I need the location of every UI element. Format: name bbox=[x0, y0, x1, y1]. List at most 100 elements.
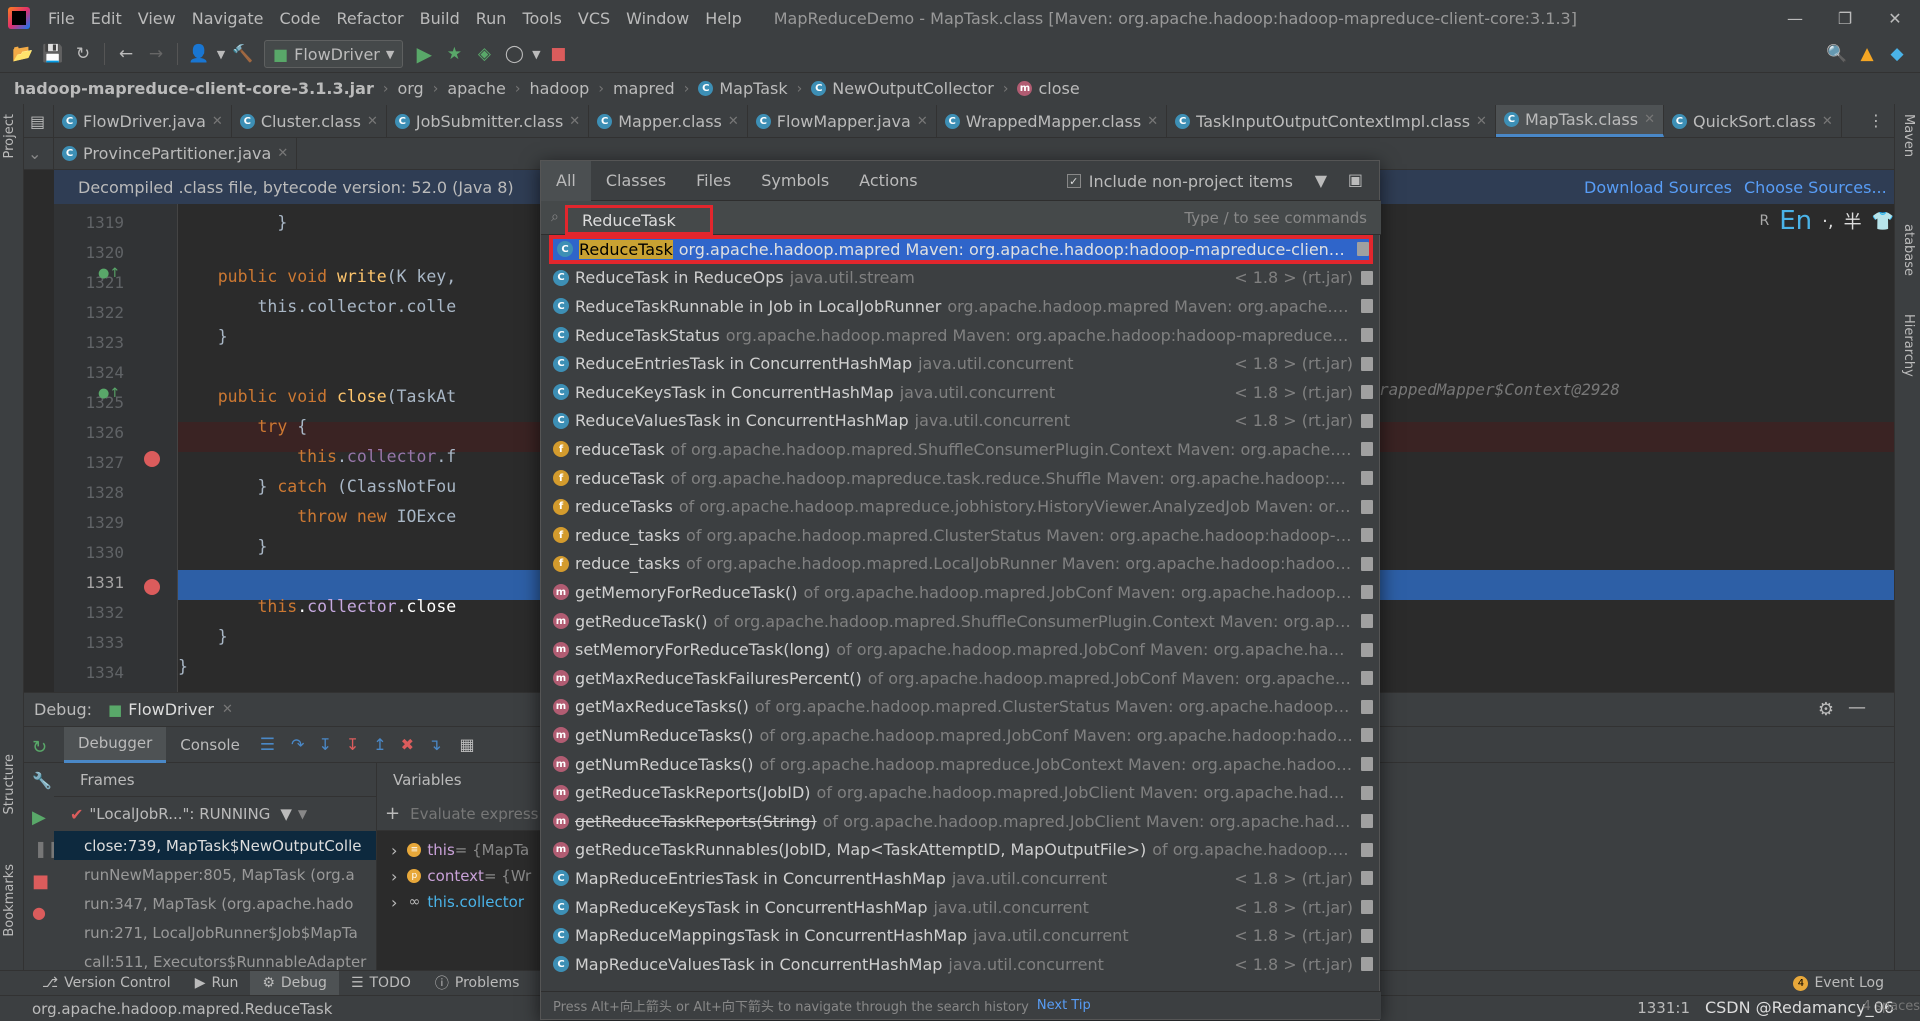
chevron-down-icon[interactable]: ▼ bbox=[214, 40, 228, 68]
variable-row[interactable]: › ∞ this.collector bbox=[391, 889, 524, 915]
more-tabs-icon[interactable]: ⋮ bbox=[1868, 111, 1884, 130]
menu-navigate[interactable]: Navigate bbox=[184, 9, 272, 28]
debug-bug-icon[interactable]: ★ bbox=[439, 40, 469, 68]
stack-frame[interactable]: run:271, LocalJobRunner$Job$MapTa bbox=[54, 918, 376, 947]
search-result-item[interactable]: m setMemoryForReduceTask(long) of org.apac… bbox=[549, 635, 1373, 664]
ime-english-label[interactable]: En bbox=[1779, 206, 1812, 236]
breadcrumb-mapred[interactable]: mapred bbox=[613, 79, 675, 98]
tab-taskinputoutputcontextimpl-class[interactable]: C TaskInputOutputContextImpl.class ✕ bbox=[1167, 105, 1496, 137]
menu-code[interactable]: Code bbox=[272, 9, 329, 28]
project-tool-tab[interactable]: Project bbox=[2, 114, 17, 158]
close-icon[interactable]: ✕ bbox=[917, 114, 928, 129]
toolwindow-debug[interactable]: ⚙ Debug bbox=[250, 970, 339, 996]
ime-skin-icon[interactable]: 👕 bbox=[1872, 211, 1894, 232]
expand-arrow-icon[interactable]: › bbox=[391, 867, 397, 886]
back-icon[interactable]: ← bbox=[111, 40, 141, 68]
search-result-item[interactable]: C ReduceValuesTask in ConcurrentHashMap ja… bbox=[549, 407, 1373, 436]
close-icon[interactable]: ✕ bbox=[222, 702, 233, 717]
menu-view[interactable]: View bbox=[130, 9, 184, 28]
breakpoint-icon[interactable] bbox=[144, 579, 160, 595]
search-result-item[interactable]: C MapReduceValuesTask in ConcurrentHashMa… bbox=[549, 950, 1373, 979]
chevron-down-icon[interactable]: ▼ bbox=[529, 40, 543, 68]
build-hammer-icon[interactable]: 🔨 bbox=[228, 40, 258, 68]
run-to-cursor-icon[interactable]: ↴ bbox=[428, 735, 441, 754]
tab-wrappedmapper-class[interactable]: C WrappedMapper.class ✕ bbox=[937, 105, 1168, 137]
update-icon[interactable]: ▲ bbox=[1852, 40, 1882, 68]
minimize-panel-icon[interactable]: — bbox=[1848, 697, 1866, 718]
hierarchy-tool-tab[interactable]: Hierarchy bbox=[1901, 314, 1916, 377]
menu-window[interactable]: Window bbox=[618, 9, 697, 28]
tab-provincepartitioner-java[interactable]: C ProvincePartitioner.java ✕ bbox=[54, 137, 298, 169]
override-icon[interactable]: ●↑ bbox=[98, 266, 120, 281]
search-result-item[interactable]: m getMemoryForReduceTask() of org.apache.h… bbox=[549, 578, 1373, 607]
tab-cluster-class[interactable]: C Cluster.class ✕ bbox=[232, 105, 387, 137]
search-result-item[interactable]: f reduceTask of org.apache.hadoop.mapred.S… bbox=[549, 435, 1373, 464]
search-result-item[interactable]: m getReduceTaskReports(String) of org.apac… bbox=[549, 807, 1373, 836]
tab-mapper-class[interactable]: C Mapper.class ✕ bbox=[589, 105, 748, 137]
tab-maptask-class[interactable]: C MapTask.class ✕ bbox=[1495, 105, 1664, 137]
stop-icon[interactable]: ■ bbox=[32, 871, 49, 892]
step-out-icon[interactable]: ↥ bbox=[373, 735, 386, 754]
override-icon[interactable]: ●↑ bbox=[98, 386, 120, 401]
search-result-item[interactable]: C ReduceTask org.apache.hadoop.mapred Mave… bbox=[549, 235, 1373, 264]
close-icon[interactable]: ✕ bbox=[728, 114, 739, 129]
forward-icon[interactable]: → bbox=[141, 40, 171, 68]
tab-jobsubmitter-class[interactable]: C JobSubmitter.class ✕ bbox=[387, 105, 590, 137]
restore-button[interactable]: ❐ bbox=[1820, 0, 1870, 36]
menu-file[interactable]: File bbox=[40, 9, 83, 28]
menu-edit[interactable]: Edit bbox=[83, 9, 130, 28]
stack-frame[interactable]: close:739, MapTask$NewOutputColle bbox=[54, 831, 376, 860]
variable-row[interactable]: › ≡ this = {MapTa bbox=[391, 837, 529, 863]
resume-icon[interactable]: ▶ bbox=[32, 807, 46, 828]
close-icon[interactable]: ✕ bbox=[1644, 112, 1655, 127]
search-tab-actions[interactable]: Actions bbox=[844, 161, 932, 201]
database-tool-tab[interactable]: atabase bbox=[1901, 224, 1916, 276]
breadcrumb-close[interactable]: close bbox=[1038, 79, 1079, 98]
tab-console[interactable]: Console bbox=[166, 727, 254, 763]
variable-row[interactable]: › p context = {Wr bbox=[391, 863, 531, 889]
search-result-item[interactable]: C ReduceKeysTask in ConcurrentHashMap java… bbox=[549, 378, 1373, 407]
save-icon[interactable]: 💾 bbox=[38, 40, 68, 68]
close-icon[interactable]: ✕ bbox=[1476, 114, 1487, 129]
profile-icon[interactable]: ◯ bbox=[499, 40, 529, 68]
expand-arrow-icon[interactable]: › bbox=[391, 893, 397, 912]
close-icon[interactable]: ✕ bbox=[212, 114, 223, 129]
run-config-selector[interactable]: ■ FlowDriver ▼ bbox=[264, 40, 404, 68]
search-tab-files[interactable]: Files bbox=[681, 161, 746, 201]
close-icon[interactable]: ✕ bbox=[367, 114, 378, 129]
toolwindow-run[interactable]: ▶ Run bbox=[183, 971, 251, 996]
next-tip-link[interactable]: Next Tip bbox=[1037, 998, 1091, 1013]
include-checkbox[interactable]: ✓ bbox=[1066, 174, 1081, 188]
include-non-project-toggle[interactable]: ✓ Include non-project items bbox=[1066, 161, 1293, 201]
tab-list-icon[interactable]: ▤ bbox=[24, 105, 54, 137]
search-tab-symbols[interactable]: Symbols bbox=[746, 161, 844, 201]
search-result-item[interactable]: m getNumReduceTasks() of org.apache.hadoop… bbox=[549, 750, 1373, 779]
search-result-item[interactable]: C ReduceTask in ReduceOps java.util.stream… bbox=[549, 264, 1373, 293]
toolwindow-problems[interactable]: ⓘ Problems bbox=[423, 971, 532, 996]
menu-tools[interactable]: Tools bbox=[514, 9, 569, 28]
breadcrumb-org[interactable]: org bbox=[397, 79, 423, 98]
search-result-item[interactable]: f reduce_tasks of org.apache.hadoop.mapred… bbox=[549, 521, 1373, 550]
search-result-item[interactable]: C ReduceTaskRunnable in Job in LocalJobRu… bbox=[549, 292, 1373, 321]
search-input[interactable]: ReduceTask bbox=[565, 205, 713, 235]
search-icon[interactable]: 🔍 bbox=[1822, 40, 1852, 68]
search-result-item[interactable]: C ReduceEntriesTask in ConcurrentHashMap j… bbox=[549, 349, 1373, 378]
sync-icon[interactable]: ↻ bbox=[68, 40, 98, 68]
step-over-icon[interactable]: ↷ bbox=[291, 735, 304, 754]
filter-icon[interactable]: ▼ bbox=[280, 805, 292, 823]
search-result-item[interactable]: C ReduceTaskStatus org.apache.hadoop.mapre… bbox=[549, 321, 1373, 350]
user-icon[interactable]: 👤 bbox=[184, 40, 214, 68]
tab-quicksort-class[interactable]: C QuickSort.class ✕ bbox=[1664, 105, 1842, 137]
maven-tool-tab[interactable]: Maven bbox=[1901, 114, 1916, 157]
close-icon[interactable]: ✕ bbox=[569, 114, 580, 129]
expand-arrow-icon[interactable]: › bbox=[391, 841, 397, 860]
search-result-item[interactable]: m getReduceTaskReports(JobID) of org.apach… bbox=[549, 778, 1373, 807]
evaluate-input[interactable]: Evaluate express bbox=[410, 805, 538, 823]
toolwindow-version-control[interactable]: ⎇ Version Control bbox=[30, 971, 183, 996]
filter-icon[interactable]: ▼ bbox=[1315, 171, 1327, 190]
menu-run[interactable]: Run bbox=[468, 9, 515, 28]
search-result-item[interactable]: m getMaxReduceTaskFailuresPercent() of org… bbox=[549, 664, 1373, 693]
debug-config-name[interactable]: FlowDriver bbox=[128, 700, 214, 719]
gear-icon[interactable]: ⚙ bbox=[1818, 699, 1834, 720]
stop-icon[interactable]: ■ bbox=[543, 40, 573, 68]
